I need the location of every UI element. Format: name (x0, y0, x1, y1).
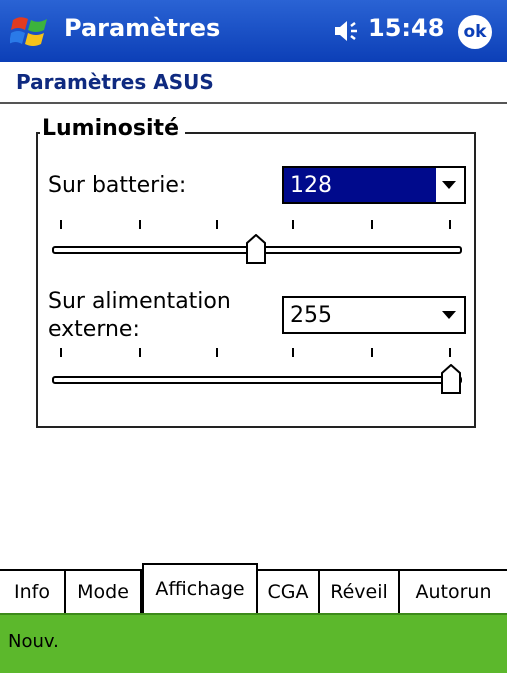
external-brightness-value: 255 (290, 302, 332, 328)
speaker-icon[interactable] (333, 20, 363, 42)
slider-tick (216, 220, 218, 229)
slider-tick (139, 220, 141, 229)
slider-tick (371, 348, 373, 357)
slider-tick (292, 348, 294, 357)
battery-label: Sur batterie: (48, 173, 187, 198)
tab-reveil[interactable]: Réveil (320, 571, 400, 613)
tab-cga[interactable]: CGA (258, 571, 320, 613)
new-menu-button[interactable]: Nouv. (8, 631, 59, 652)
app-title[interactable]: Paramètres (64, 14, 220, 42)
slider-tick (139, 348, 141, 357)
slider-tick (216, 348, 218, 357)
external-label-line1: Sur alimentation (48, 289, 231, 314)
external-brightness-select[interactable]: 255 (282, 296, 466, 334)
page-title: Paramètres ASUS (16, 70, 214, 94)
slider-tick (371, 220, 373, 229)
slider-track[interactable] (52, 376, 462, 384)
tab-affichage[interactable]: Affichage (142, 563, 258, 613)
slider-thumb[interactable] (245, 234, 266, 264)
clock[interactable]: 15:48 (368, 14, 444, 42)
triangle-down-icon[interactable] (434, 298, 464, 332)
title-bar: Paramètres 15:48 ok (0, 0, 507, 62)
windows-flag-icon[interactable] (10, 12, 50, 50)
tab-autorun[interactable]: Autorun (400, 571, 507, 613)
triangle-down-icon[interactable] (434, 168, 464, 202)
slider-tick (60, 348, 62, 357)
tab-mode[interactable]: Mode (66, 571, 142, 613)
battery-brightness-select[interactable]: 128 (282, 166, 466, 204)
brightness-group-label: Luminosité (40, 116, 185, 141)
slider-tick (60, 220, 62, 229)
tab-bar: Info Mode Affichage CGA Réveil Autorun (0, 563, 507, 615)
page-header: Paramètres ASUS (0, 62, 507, 102)
slider-tick (449, 348, 451, 357)
slider-thumb[interactable] (441, 364, 461, 394)
menu-bar: Nouv. (0, 613, 507, 673)
slider-tick (292, 220, 294, 229)
battery-brightness-value: 128 (284, 168, 436, 202)
ok-button[interactable]: ok (458, 15, 492, 49)
external-label-line2: externe: (48, 317, 140, 342)
slider-tick (449, 220, 451, 229)
tab-info[interactable]: Info (0, 571, 66, 613)
header-divider (0, 102, 507, 104)
